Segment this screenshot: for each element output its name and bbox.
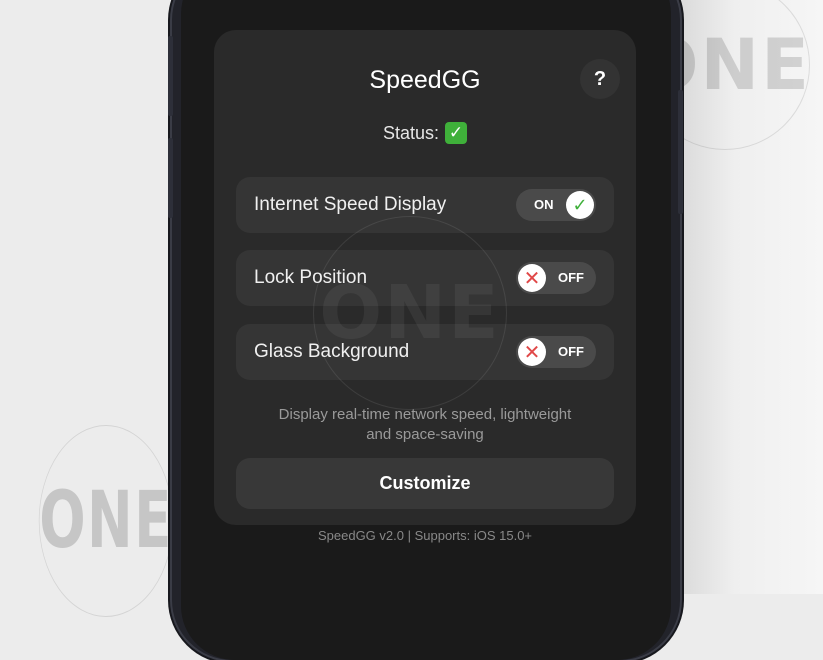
- glass-background-toggle[interactable]: ✕ OFF: [516, 336, 596, 368]
- close-icon: ✕: [518, 264, 546, 292]
- setting-label: Internet Speed Display: [254, 194, 447, 215]
- setting-label: Lock Position: [254, 267, 368, 288]
- setting-label: Glass Background: [254, 341, 410, 362]
- toggle-state-text: OFF: [558, 344, 584, 359]
- lock-position-toggle[interactable]: ✕ OFF: [516, 262, 596, 294]
- phone-side-button: [168, 138, 173, 218]
- status-label: Status:: [382, 122, 440, 143]
- toggle-state-text: ON: [534, 197, 554, 212]
- app-description: Display real-time network speed, lightwe…: [214, 405, 636, 445]
- phone-side-button: [678, 90, 683, 214]
- toggle-state-text: OFF: [558, 270, 584, 285]
- customize-button[interactable]: Customize: [236, 458, 614, 509]
- setting-row-lock-position: Lock Position ✕ OFF: [236, 250, 614, 306]
- help-button[interactable]: ?: [580, 59, 620, 99]
- description-line: Display real-time network speed, lightwe…: [278, 406, 572, 423]
- phone-side-button: [168, 36, 173, 116]
- app-title: SpeedGG: [369, 66, 481, 94]
- setting-row-internet-speed-display: Internet Speed Display ON ✓: [236, 177, 614, 233]
- status-line: Status: ✓: [214, 122, 636, 144]
- check-icon: ✓: [566, 191, 594, 219]
- description-line: and space-saving: [366, 426, 484, 443]
- internet-speed-display-toggle[interactable]: ON ✓: [516, 189, 596, 221]
- watermark-logo: ONE: [38, 425, 174, 617]
- close-icon: ✕: [518, 338, 546, 366]
- version-footer: SpeedGG v2.0 | Supports: iOS 15.0+: [317, 528, 533, 543]
- status-check-icon: ✓: [445, 122, 468, 144]
- setting-row-glass-background: Glass Background ✕ OFF: [236, 324, 614, 380]
